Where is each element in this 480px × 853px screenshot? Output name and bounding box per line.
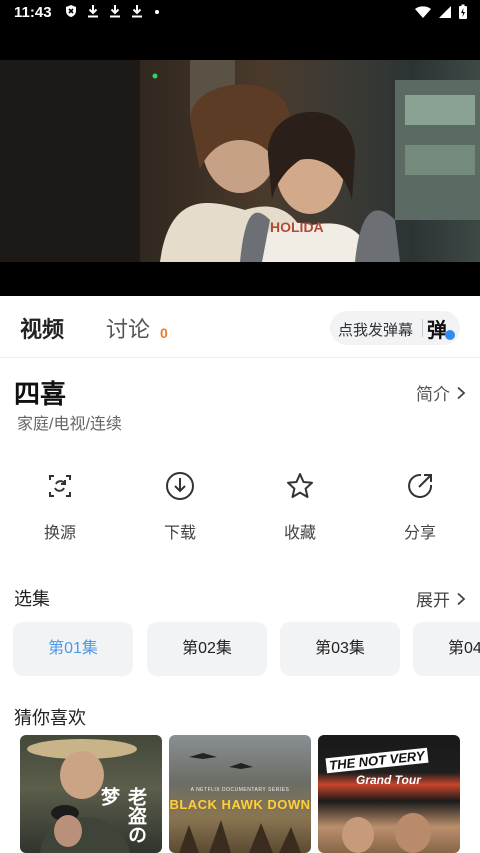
video-letterbox-bottom[interactable] [0, 262, 480, 296]
poster-art [342, 813, 431, 853]
download-icon [166, 472, 194, 500]
download-icon [88, 5, 98, 18]
switch-source-label: 换源 [43, 525, 76, 542]
expand-label: 展开 [416, 591, 450, 610]
episode-item[interactable]: 第04 [413, 622, 480, 676]
video-letterbox-top[interactable] [0, 26, 480, 60]
action-bar: 换源 下载 收藏 分享 [0, 470, 480, 543]
star-icon [287, 473, 313, 498]
share-button[interactable]: 分享 [380, 470, 460, 543]
wifi-icon [415, 6, 431, 18]
recommendation-poster[interactable]: A NETFLIX DOCUMENTARY SERIES BLACK HAWK … [169, 735, 311, 853]
recommendation-poster[interactable]: THE NOT VERY Grand Tour [318, 735, 460, 853]
episode-item[interactable]: 第02集 [147, 622, 267, 676]
danmu-divider [422, 319, 423, 337]
episode-item-selected[interactable]: 第01集 [13, 622, 133, 676]
signal-icon [439, 6, 451, 18]
danmu-toggle-button[interactable]: 弹 [427, 314, 457, 342]
episode-list[interactable]: 第01集 第02集 第03集 第04 [13, 622, 480, 676]
recommendation-poster[interactable]: 老盗の梦 [20, 735, 162, 853]
episode-item[interactable]: 第03集 [280, 622, 400, 676]
video-frame: HOLIDA [0, 60, 480, 262]
episodes-heading: 选集 [14, 589, 50, 609]
status-bar: 11:43 [0, 0, 480, 26]
share-icon [408, 473, 433, 498]
intro-link[interactable]: 简介 [416, 380, 466, 405]
switch-source-button[interactable]: 换源 [20, 470, 100, 543]
danmu-input[interactable]: 点我发弹幕 弹 [330, 311, 460, 345]
share-label: 分享 [403, 525, 436, 542]
danmu-button-label: 弹 [427, 320, 447, 342]
show-title: 四喜 [14, 379, 67, 409]
discuss-count-badge: 0 [160, 325, 168, 341]
tab-bar: 视频 讨论 0 点我发弹幕 弹 [0, 296, 480, 358]
danmu-check-icon [445, 330, 455, 340]
poster-art [179, 753, 301, 853]
video-player[interactable]: HOLIDA [0, 60, 480, 262]
download-icon [132, 5, 142, 18]
tab-video[interactable]: 视频 [20, 312, 64, 344]
danmu-placeholder: 点我发弹幕 [338, 322, 414, 339]
recommendations-heading: 猜你喜欢 [14, 708, 86, 728]
svg-text:HOLIDA: HOLIDA [270, 219, 324, 235]
show-genre: 家庭/电视/连续 [17, 416, 122, 433]
download-button[interactable]: 下载 [140, 470, 220, 543]
favorite-button[interactable]: 收藏 [260, 470, 340, 543]
dot-icon [155, 10, 159, 14]
poster-title: BLACK HAWK DOWN [169, 797, 311, 812]
status-time: 11:43 [14, 4, 52, 21]
battery-icon [459, 4, 467, 19]
download-icon [110, 5, 120, 18]
episodes-expand-button[interactable]: 展开 [416, 586, 466, 611]
download-label: 下载 [163, 525, 196, 542]
poster-title: 老盗の梦 [98, 787, 147, 844]
chevron-right-icon [457, 592, 466, 605]
favorite-label: 收藏 [283, 525, 316, 542]
shield-close-icon [66, 5, 76, 17]
poster-subtitle: A NETFLIX DOCUMENTARY SERIES [190, 787, 290, 793]
chevron-right-icon [457, 386, 466, 399]
switch-source-icon [49, 475, 71, 497]
intro-label: 简介 [416, 385, 450, 404]
tab-discuss[interactable]: 讨论 [106, 312, 150, 344]
